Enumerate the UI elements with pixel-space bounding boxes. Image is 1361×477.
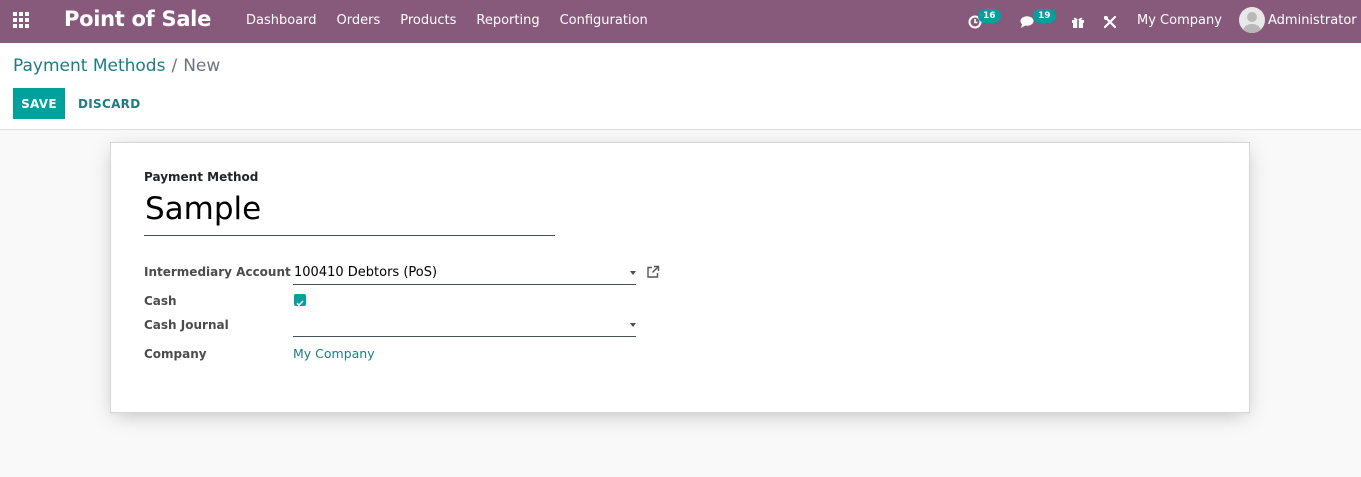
discard-button[interactable]: DISCARD <box>70 88 148 119</box>
tools-icon <box>1103 15 1117 28</box>
chevron-down-icon <box>630 323 636 327</box>
intermediary-account-label: Intermediary Account <box>144 265 291 279</box>
company-switcher[interactable]: My Company <box>1137 0 1222 42</box>
company-label: Company <box>144 347 207 361</box>
debug-menu[interactable] <box>1103 0 1117 43</box>
cash-journal-select[interactable] <box>293 314 636 337</box>
main-navbar: Point of Sale Dashboard Orders Products … <box>0 0 1361 43</box>
gift-menu[interactable] <box>1071 0 1085 43</box>
user-name: Administrator <box>1268 12 1357 28</box>
gift-icon <box>1072 17 1084 28</box>
activity-count-badge: 16 <box>978 9 1001 23</box>
cash-journal-label: Cash Journal <box>144 318 229 332</box>
menu-products[interactable]: Products <box>390 0 466 43</box>
control-panel: Payment Methods / New SAVE DISCARD <box>0 43 1361 130</box>
user-icon <box>1243 12 1261 33</box>
cash-label: Cash <box>144 294 177 308</box>
breadcrumb: Payment Methods / New <box>13 56 220 76</box>
main-menu: Dashboard Orders Products Reporting Conf… <box>236 0 658 43</box>
app-title[interactable]: Point of Sale <box>64 7 211 31</box>
menu-dashboard[interactable]: Dashboard <box>236 0 327 43</box>
check-icon <box>296 300 304 307</box>
menu-configuration[interactable]: Configuration <box>550 0 658 43</box>
form-sheet: Payment Method Sample Intermediary Accou… <box>110 142 1250 413</box>
chevron-down-icon <box>630 271 636 275</box>
payment-method-name-input[interactable]: Sample <box>144 189 555 236</box>
cash-checkbox[interactable] <box>294 294 306 307</box>
external-link-icon[interactable] <box>646 265 660 279</box>
payment-method-label: Payment Method <box>144 170 259 184</box>
menu-reporting[interactable]: Reporting <box>466 0 549 43</box>
intermediary-account-select[interactable]: 100410 Debtors (PoS) <box>293 262 636 285</box>
user-menu[interactable]: Administrator <box>1239 6 1357 34</box>
breadcrumb-separator: / <box>171 56 178 76</box>
save-button[interactable]: SAVE <box>13 88 65 119</box>
menu-orders[interactable]: Orders <box>327 0 391 43</box>
avatar <box>1239 7 1265 33</box>
breadcrumb-current: New <box>183 56 221 76</box>
apps-menu-icon[interactable] <box>13 12 31 30</box>
messaging-menu[interactable] <box>1020 0 1037 43</box>
breadcrumb-payment-methods[interactable]: Payment Methods <box>13 56 165 76</box>
message-count-badge: 19 <box>1033 9 1056 23</box>
company-link[interactable]: My Company <box>293 346 375 361</box>
intermediary-account-value: 100410 Debtors (PoS) <box>294 265 438 280</box>
